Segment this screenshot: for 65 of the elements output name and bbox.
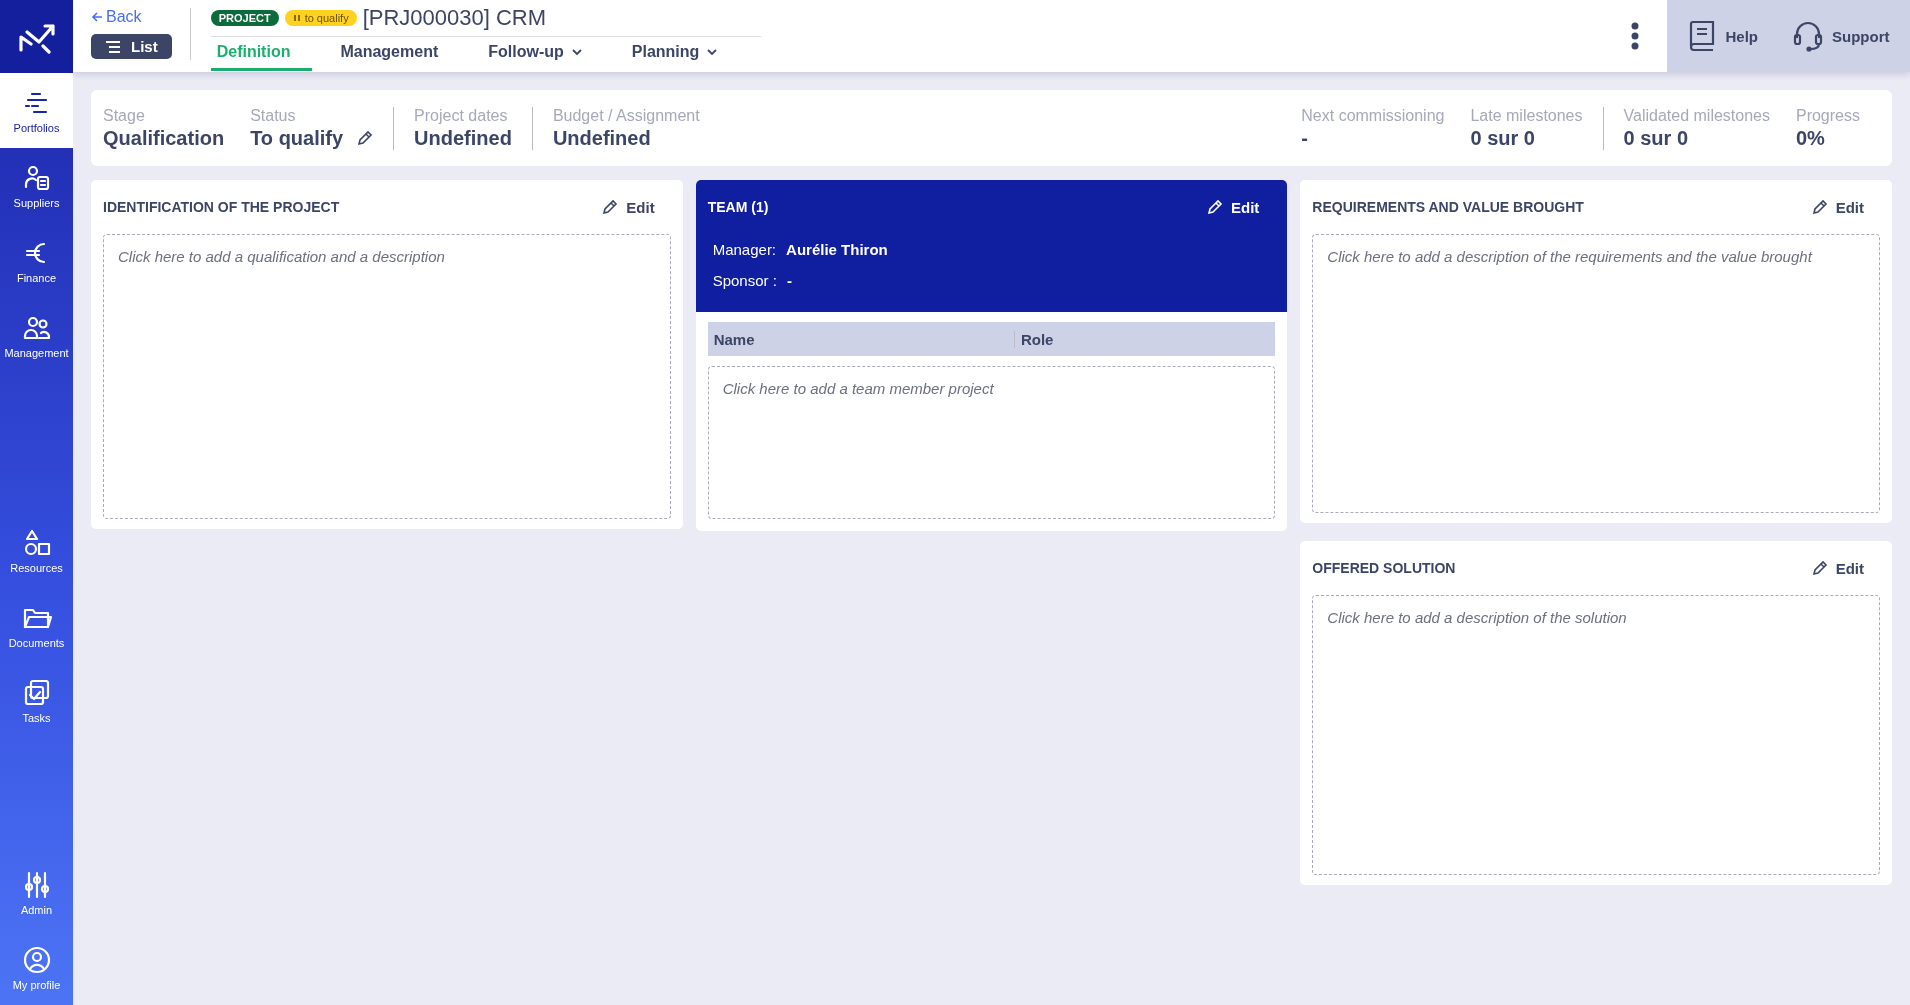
edit-button[interactable]: Edit <box>1811 559 1880 577</box>
chevron-down-icon <box>571 48 582 56</box>
pencil-icon <box>1811 199 1828 215</box>
sidebar-item[interactable]: Finance <box>0 223 73 298</box>
field-label: Budget / Assignment <box>552 106 700 125</box>
pencil-icon <box>1811 560 1828 576</box>
card-title: OFFERED SOLUTION <box>1312 560 1456 576</box>
sidebar-item[interactable]: Tasks <box>0 663 73 738</box>
sidebar-item[interactable]: My profile <box>0 930 73 1005</box>
list-button[interactable]: List <box>91 34 172 59</box>
edit-button[interactable]: Edit <box>602 198 671 216</box>
field-label: Validated milestones <box>1623 106 1770 125</box>
card-title: IDENTIFICATION OF THE PROJECT <box>103 199 340 215</box>
field-value: 0% <box>1795 126 1825 150</box>
sidebar-item[interactable]: Admin <box>0 855 73 930</box>
field-label: Project dates <box>414 106 509 125</box>
sidebar-item[interactable]: Suppliers <box>0 148 73 223</box>
sponsor-label: Sponsor : <box>712 272 777 289</box>
field-value: Qualification <box>103 126 225 150</box>
field-label: Progress <box>1795 106 1860 125</box>
pencil-icon[interactable] <box>357 130 374 146</box>
headset-icon <box>1792 20 1824 52</box>
pencil-icon <box>1207 199 1223 215</box>
edit-button[interactable]: Edit <box>1811 198 1880 216</box>
more-icon[interactable] <box>1631 22 1639 50</box>
sidebar-item[interactable]: Resources <box>0 513 73 588</box>
team-member-area[interactable]: Click here to add a team member project <box>707 366 1276 519</box>
badge: PROJECT <box>210 10 279 26</box>
nav-icon <box>21 944 52 975</box>
card-title: REQUIREMENTS AND VALUE BROUGHT <box>1312 199 1584 215</box>
project-title: [PRJ000030] CRM <box>362 5 547 31</box>
help-button[interactable]: Help <box>1681 19 1764 53</box>
manager-label: Manager: <box>712 241 777 258</box>
sidebar-item[interactable]: Portfolios <box>0 73 73 148</box>
chevron-down-icon <box>707 48 718 56</box>
field-value: To qualify <box>250 126 344 150</box>
back-link[interactable]: Back <box>91 8 172 26</box>
field-value: 0 sur 0 <box>1470 126 1535 150</box>
pencil-icon <box>602 199 619 215</box>
field-value: Undefined <box>552 126 651 150</box>
field-label: Stage <box>103 106 146 125</box>
field-label: Next commissioning <box>1301 106 1445 125</box>
field-label: Status <box>250 106 297 125</box>
description-area[interactable]: Click here to add a qualification and a description <box>103 234 671 519</box>
arrow-left-icon <box>91 11 103 23</box>
support-button[interactable]: Support <box>1786 19 1896 53</box>
column-header: Name <box>712 330 756 348</box>
sidebar-item[interactable]: Documents <box>0 588 73 663</box>
manager-name: Aurélie Thiron <box>786 241 888 258</box>
description-area[interactable]: Click here to add a description of the requirements and the value brought <box>1312 234 1880 513</box>
edit-button[interactable]: Edit <box>1207 198 1276 216</box>
column-header: Role <box>1013 330 1276 348</box>
list-icon <box>105 40 121 53</box>
tab[interactable]: Follow-up <box>482 37 604 71</box>
tab[interactable]: Management <box>334 37 461 71</box>
sponsor-name: - <box>786 272 792 289</box>
badge: to qualify <box>284 10 357 26</box>
sidebar-item[interactable]: Management <box>0 298 73 373</box>
field-value: 0 sur 0 <box>1623 126 1688 150</box>
tab[interactable]: Planning <box>625 37 740 71</box>
field-label: Late milestones <box>1470 106 1583 125</box>
field-value: - <box>1301 126 1308 150</box>
description-area[interactable]: Click here to add a description of the solution <box>1312 595 1880 875</box>
card-title: TEAM (1) <box>707 199 769 215</box>
field-value: Undefined <box>414 126 512 150</box>
